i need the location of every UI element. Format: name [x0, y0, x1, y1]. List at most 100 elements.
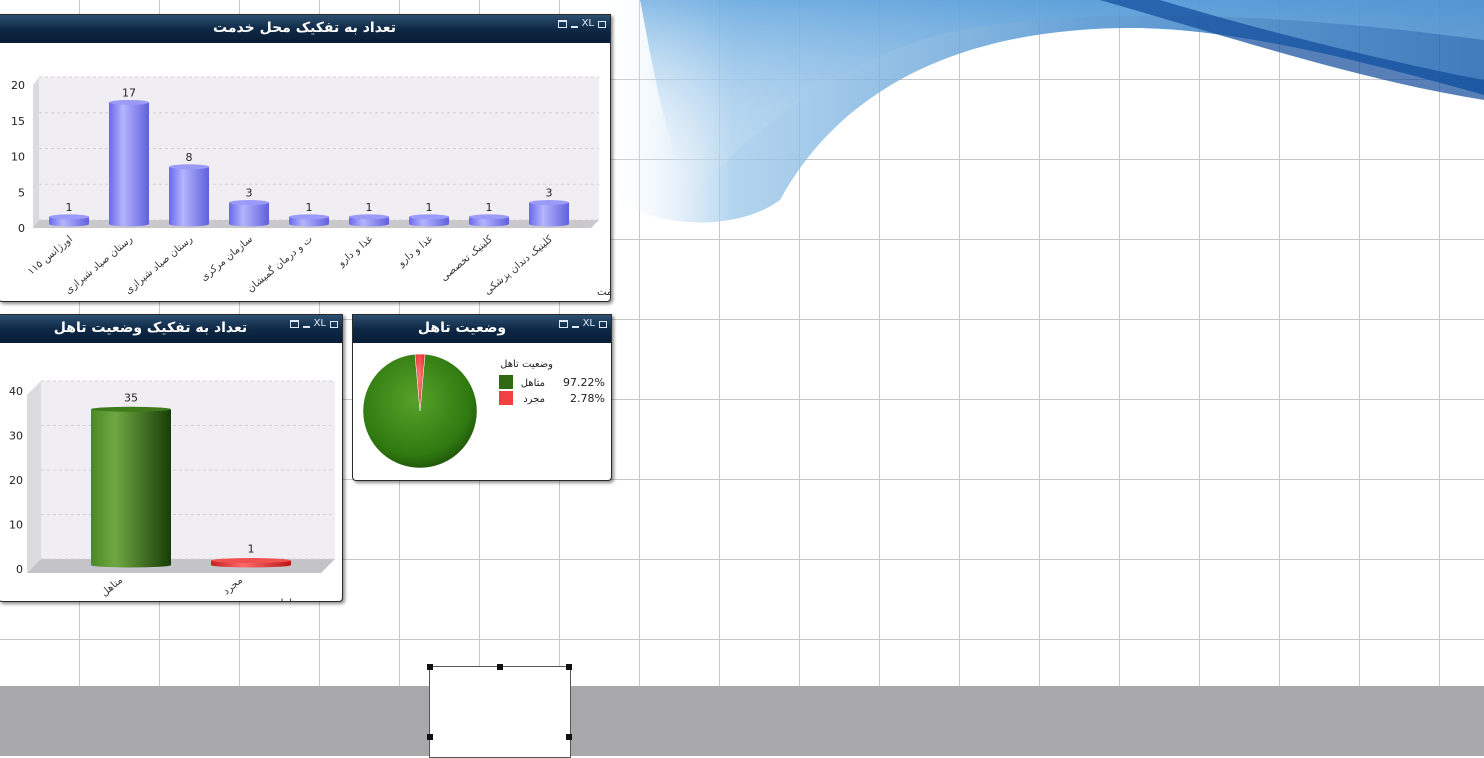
bar — [529, 202, 569, 224]
bar-top — [469, 214, 509, 220]
panel-caption[interactable]: تعداد به تفکیک وضعیت تاهل XL — [0, 315, 342, 343]
data-label: 1 — [248, 543, 255, 556]
bar-base — [169, 221, 209, 227]
minimize-icon[interactable] — [571, 326, 579, 328]
bar-base — [289, 221, 329, 227]
panel-caption[interactable]: تعداد به تفکیک محل خدمت XL — [0, 15, 610, 43]
data-label: 1 — [366, 201, 373, 214]
bar-base — [91, 562, 171, 568]
chart-panel-marital-bar[interactable]: تعداد به تفکیک وضعیت تاهل XL 0 10 20 30 40 35… — [0, 314, 343, 602]
legend-title: وضعیت تاهل — [500, 359, 553, 370]
x-axis-title: محل خدمت — [597, 287, 610, 298]
excel-export-icon[interactable]: XL — [314, 319, 326, 329]
resize-handle[interactable] — [427, 664, 433, 670]
y-tick-label: 5 — [18, 186, 25, 199]
bar-top — [409, 214, 449, 220]
x-tick-label: مجرد — [221, 575, 245, 597]
maximize-icon[interactable] — [558, 320, 568, 328]
maximize-icon[interactable] — [289, 320, 299, 328]
data-label: 35 — [124, 391, 138, 404]
legend-value: 2.78% — [570, 392, 605, 405]
bar-base — [529, 221, 569, 227]
print-icon[interactable] — [598, 20, 606, 28]
bar-base — [229, 221, 269, 227]
panel-title: تعداد به تفکیک محل خدمت — [213, 20, 396, 36]
pie-chart-marital: وضعیت تاهل متاهل 97.22% مجرد 2.78% — [362, 353, 605, 469]
x-tick-label: ت و درمان گمیشان — [245, 233, 315, 295]
data-label: 1 — [306, 201, 313, 214]
bar — [229, 202, 269, 224]
y-tick-label: 20 — [9, 474, 23, 487]
excel-export-icon[interactable]: XL — [582, 19, 594, 29]
bar-top — [229, 200, 269, 206]
bar-top — [289, 214, 329, 220]
selected-sheet-object[interactable] — [427, 664, 572, 758]
bar-base — [49, 221, 89, 227]
x-axis-title: وضعیت تاهل — [276, 598, 329, 601]
minimize-icon[interactable] — [302, 326, 310, 328]
x-tick-label: غذا و دارو — [335, 234, 375, 270]
bar — [169, 166, 209, 224]
y-tick-label: 20 — [11, 79, 25, 92]
bar-top — [169, 164, 209, 170]
footer-bar — [0, 686, 1484, 756]
bar-top — [349, 214, 389, 220]
data-label: 3 — [246, 187, 253, 200]
resize-handle[interactable] — [566, 734, 572, 740]
decorative-wave — [600, 0, 1484, 223]
bar-top — [109, 99, 149, 105]
legend-label: مجرد — [523, 394, 545, 405]
chart-panel-service-location[interactable]: تعداد به تفکیک محل خدمت XL 0 5 10 15 20 1 اورژ… — [0, 14, 611, 302]
x-tick-label: سازمان مرکزی — [199, 234, 255, 284]
y-tick-label: 10 — [9, 519, 23, 532]
y-tick-label: 10 — [11, 151, 25, 164]
bar-top — [529, 200, 569, 206]
bar-base — [409, 221, 449, 227]
x-tick-label: اورژانس ۱۱۵ — [26, 234, 75, 278]
chart-panel-marital-pie[interactable]: وضعیت تاهل XL وضعیت تاهل متاهل 97.22% مجرد 2… — [352, 314, 612, 481]
panel-title: وضعیت تاهل — [417, 320, 507, 336]
print-icon[interactable] — [330, 320, 338, 328]
maximize-icon[interactable] — [557, 20, 567, 28]
data-label: 1 — [486, 201, 493, 214]
bar — [91, 409, 171, 565]
bar-top — [49, 214, 89, 220]
legend-label: متاهل — [521, 378, 545, 389]
data-label: 17 — [122, 86, 136, 99]
panel-title: تعداد به تفکیک وضعیت تاهل — [53, 320, 248, 336]
bar-top — [91, 406, 171, 412]
bar-base — [109, 221, 149, 227]
x-tick-label: متاهل — [99, 575, 125, 599]
x-tick-label: رستان صیاد شیرازی — [123, 234, 195, 297]
y-tick-label: 0 — [16, 563, 23, 576]
caption-icons: XL — [557, 17, 606, 31]
bar — [109, 102, 149, 224]
legend-swatch — [499, 375, 513, 389]
bar-base — [469, 221, 509, 227]
resize-handle[interactable] — [566, 664, 572, 670]
data-label: 1 — [66, 201, 73, 214]
y-tick-label: 40 — [9, 385, 23, 398]
caption-icons: XL — [558, 317, 607, 331]
y-tick-label: 0 — [18, 222, 25, 235]
panel-caption[interactable]: وضعیت تاهل XL — [353, 315, 611, 343]
plot-side-wall — [33, 77, 39, 228]
excel-export-icon[interactable]: XL — [583, 319, 595, 329]
y-tick-label: 30 — [9, 430, 23, 443]
data-label: 1 — [426, 201, 433, 214]
bar-top — [211, 558, 291, 564]
x-tick-label: غذا و دارو — [395, 234, 435, 270]
minimize-icon[interactable] — [570, 26, 578, 28]
print-icon[interactable] — [599, 320, 607, 328]
bar-base — [211, 562, 291, 568]
plot-side-wall — [27, 381, 41, 573]
data-label: 3 — [546, 187, 553, 200]
caption-icons: XL — [289, 317, 338, 331]
resize-handle[interactable] — [427, 734, 433, 740]
x-tick-label: کلینیک تخصصی — [439, 234, 495, 284]
data-label: 8 — [186, 151, 193, 164]
bar-chart-marital: 0 10 20 30 40 35 متاهل 1 مجرد وضعیت تاهل — [9, 380, 335, 601]
resize-handle[interactable] — [497, 664, 503, 670]
y-tick-label: 15 — [11, 115, 25, 128]
bar-base — [349, 221, 389, 227]
